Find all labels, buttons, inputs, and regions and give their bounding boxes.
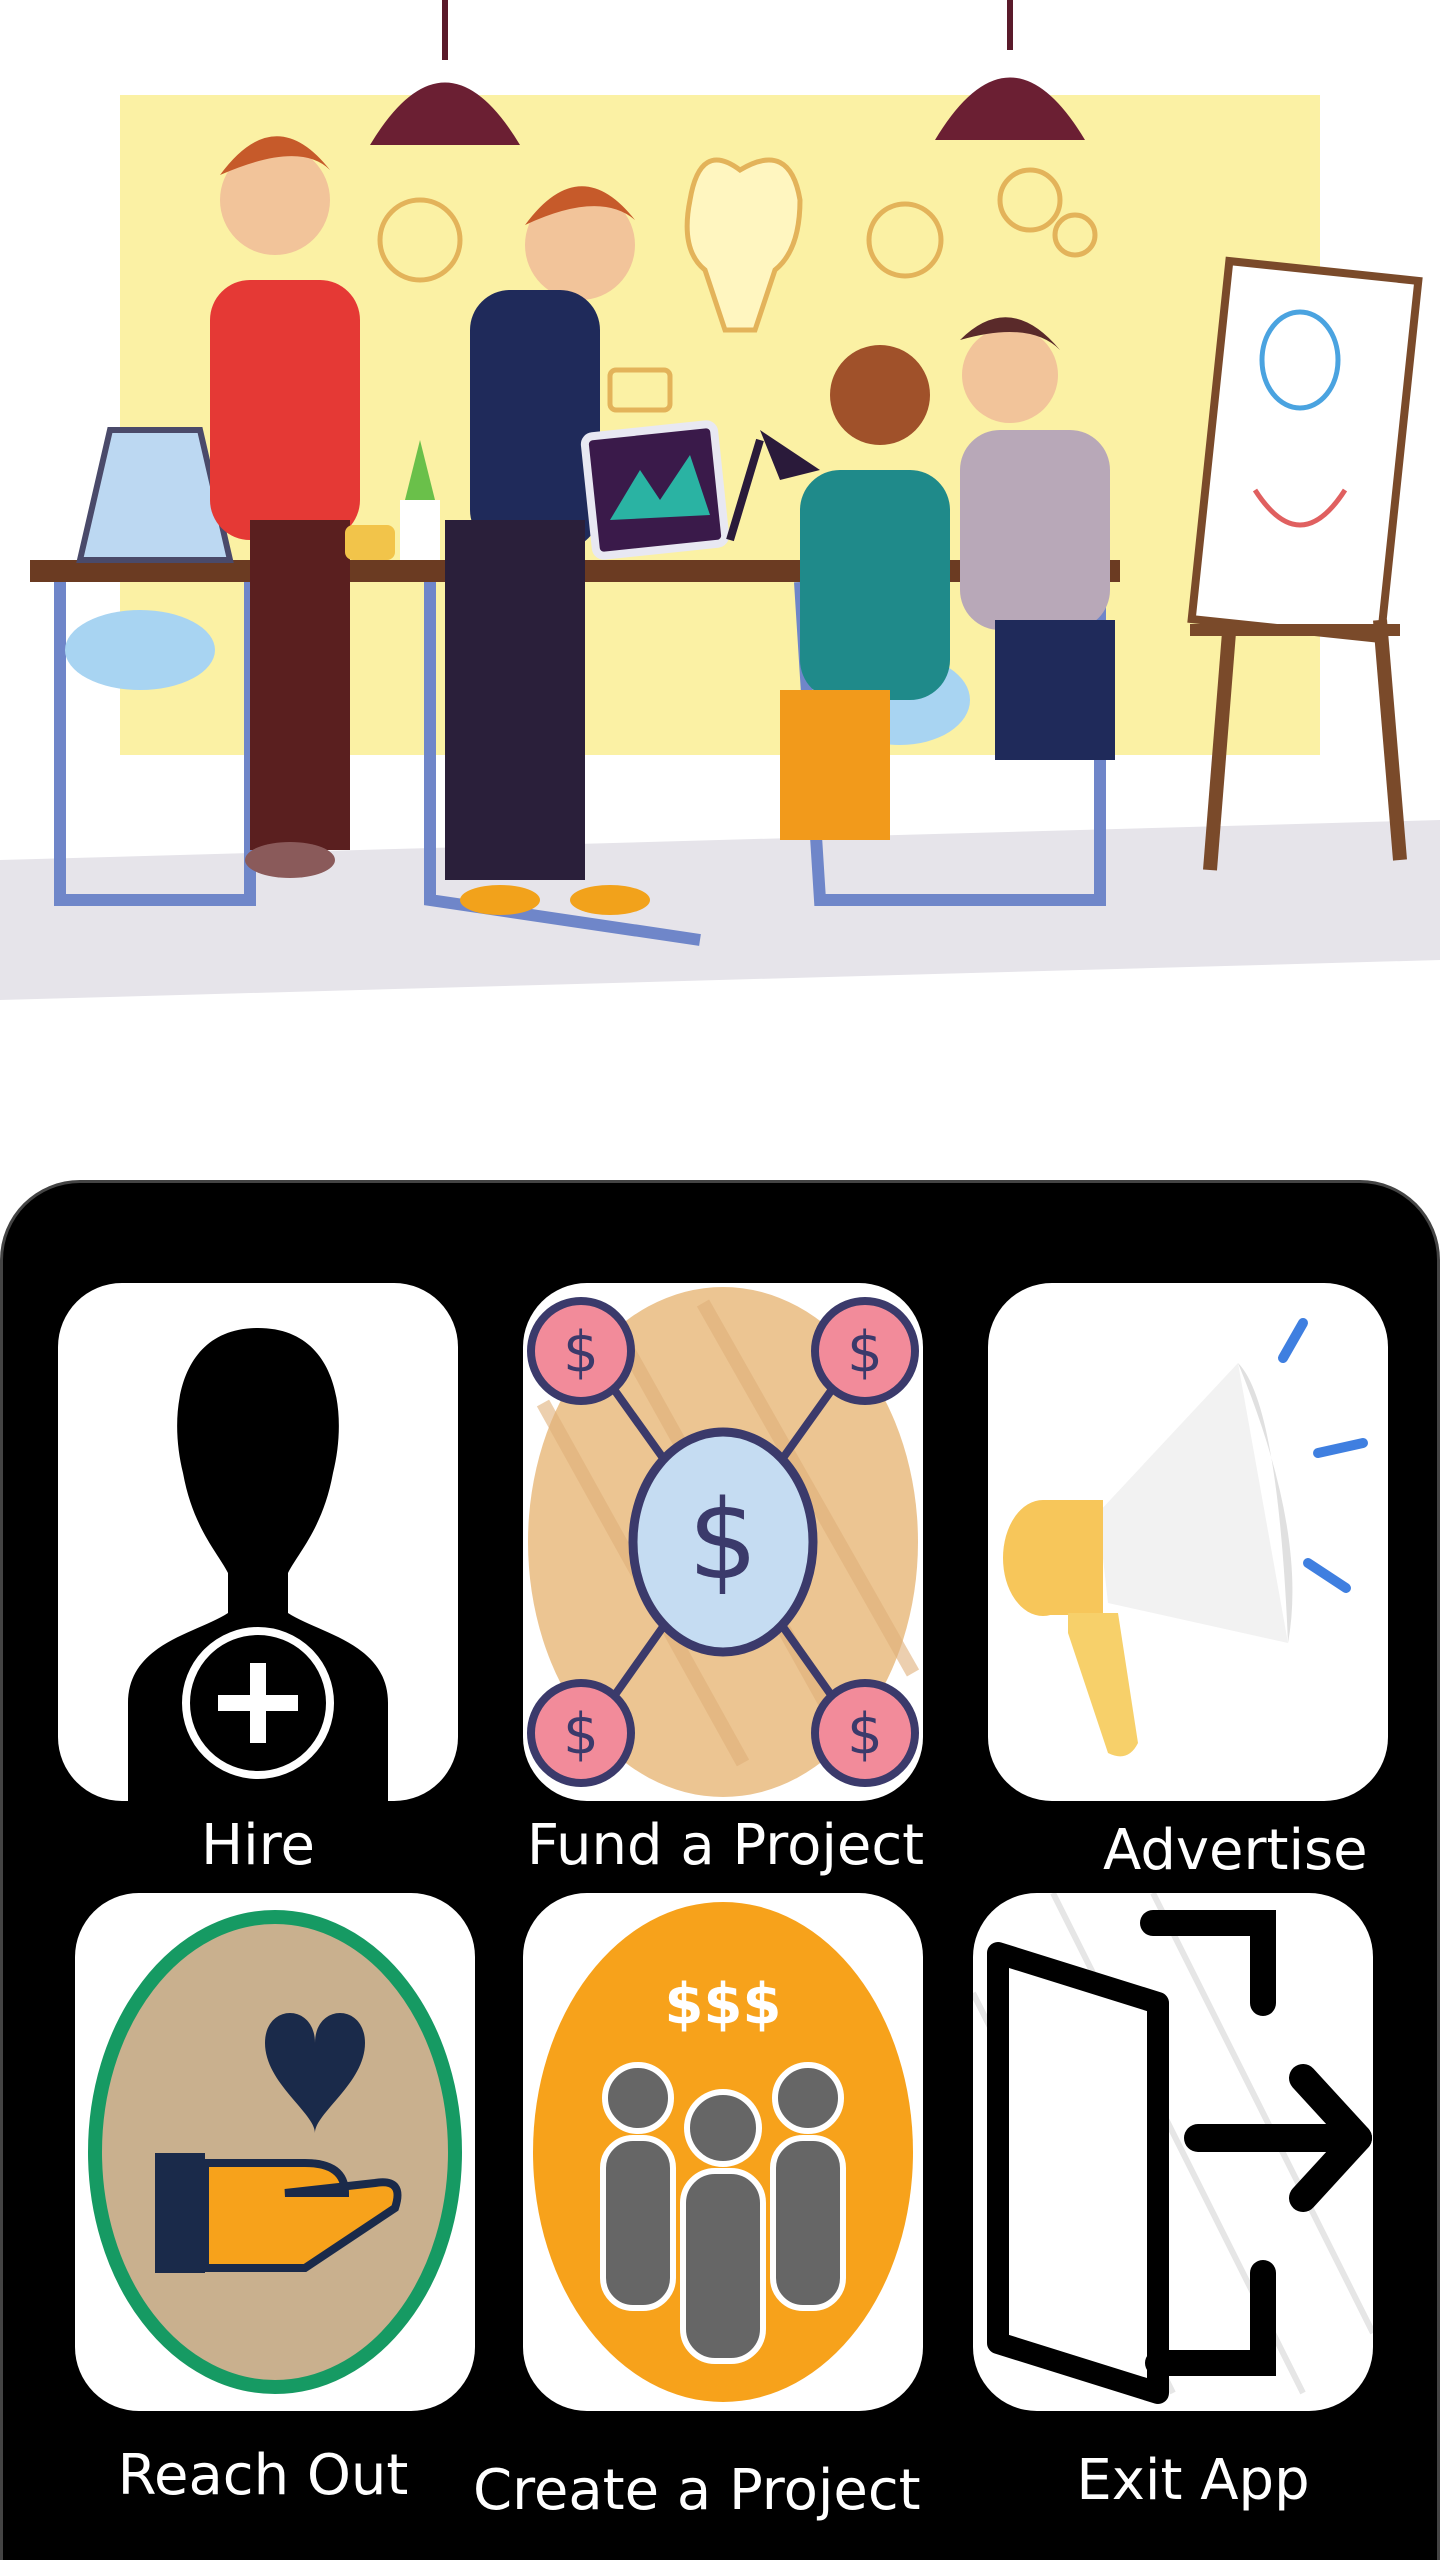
menu-panel: Hire $ $ $ $ $ Fund a Project Advertise … xyxy=(0,1180,1440,2560)
svg-text:$: $ xyxy=(563,1320,599,1385)
exit-door-icon xyxy=(973,1893,1373,2404)
create-project-button[interactable]: $$$ xyxy=(523,1893,923,2411)
svg-text:$: $ xyxy=(847,1320,883,1385)
fund-project-button[interactable]: $ $ $ $ $ xyxy=(523,1283,923,1801)
svg-text:$: $ xyxy=(847,1702,883,1767)
fund-dollar-symbol: $ xyxy=(688,1476,758,1604)
create-money-symbol: $$$ xyxy=(665,1972,782,2037)
exit-app-button[interactable] xyxy=(973,1893,1373,2411)
hero-illustration xyxy=(0,0,1440,1010)
hand-heart-icon xyxy=(88,1910,462,2394)
reach-out-label: Reach Out xyxy=(117,2443,409,2508)
person-add-icon xyxy=(128,1328,388,1801)
svg-text:$: $ xyxy=(563,1702,599,1767)
team-office-illustration xyxy=(0,0,1440,1000)
advertise-label: Advertise xyxy=(1103,1818,1368,1883)
money-network-icon: $ $ $ $ $ xyxy=(527,1287,920,1797)
advertise-button[interactable] xyxy=(988,1283,1388,1801)
create-project-label: Create a Project xyxy=(473,2458,921,2523)
hire-button[interactable] xyxy=(58,1283,458,1801)
hire-label: Hire xyxy=(201,1813,315,1878)
team-money-icon: $$$ xyxy=(533,1902,913,2402)
exit-app-label: Exit App xyxy=(1076,2448,1310,2513)
megaphone-icon xyxy=(1003,1318,1368,1757)
fund-project-label: Fund a Project xyxy=(526,1813,925,1878)
reach-out-button[interactable] xyxy=(75,1893,475,2411)
